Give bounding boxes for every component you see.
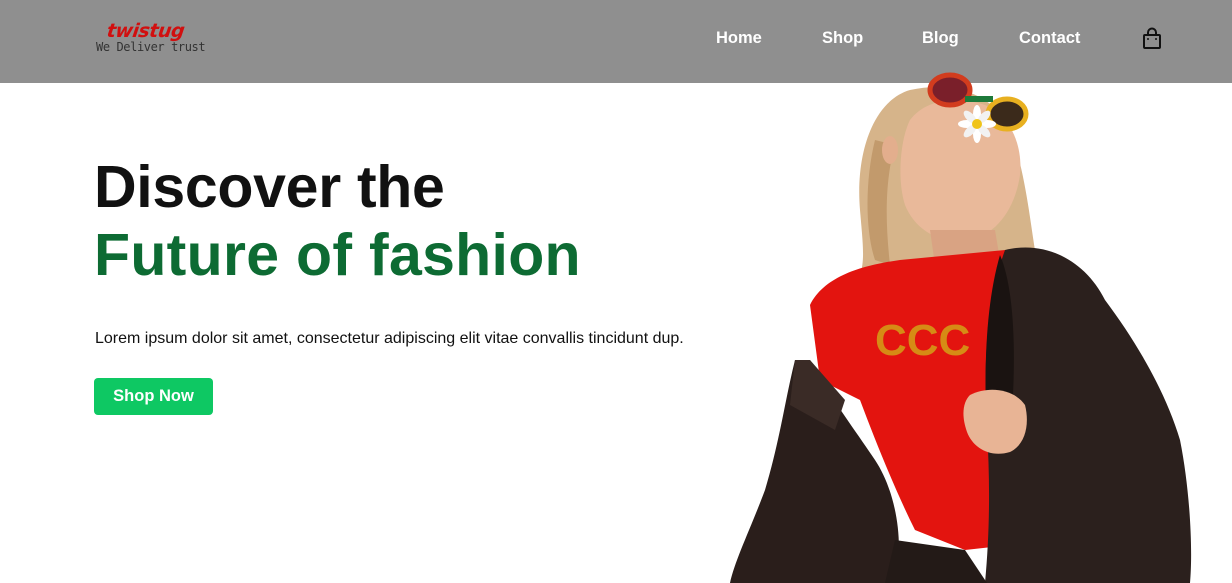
nav-item-home[interactable]: Home: [716, 28, 762, 48]
nav-item-contact[interactable]: Contact: [1019, 28, 1080, 48]
hero-title-line1: Discover the: [94, 154, 445, 220]
hero-description: Lorem ipsum dolor sit amet, consectetur …: [95, 330, 684, 347]
fashion-model-image: CCC: [730, 72, 1192, 583]
shopping-bag-icon: [1143, 27, 1161, 49]
nav-item-shop[interactable]: Shop: [822, 28, 863, 48]
brand-tagline: We Deliver trust: [96, 40, 206, 54]
brand-name: twistug: [105, 20, 186, 42]
svg-text:CCC: CCC: [875, 316, 970, 365]
nav-item-blog[interactable]: Blog: [922, 28, 959, 48]
cart-button[interactable]: [1141, 27, 1163, 51]
hero-title-line2: Future of fashion: [94, 222, 581, 288]
brand-logo[interactable]: twistug We Deliver trust: [96, 20, 226, 60]
shop-now-button[interactable]: Shop Now: [94, 378, 213, 415]
